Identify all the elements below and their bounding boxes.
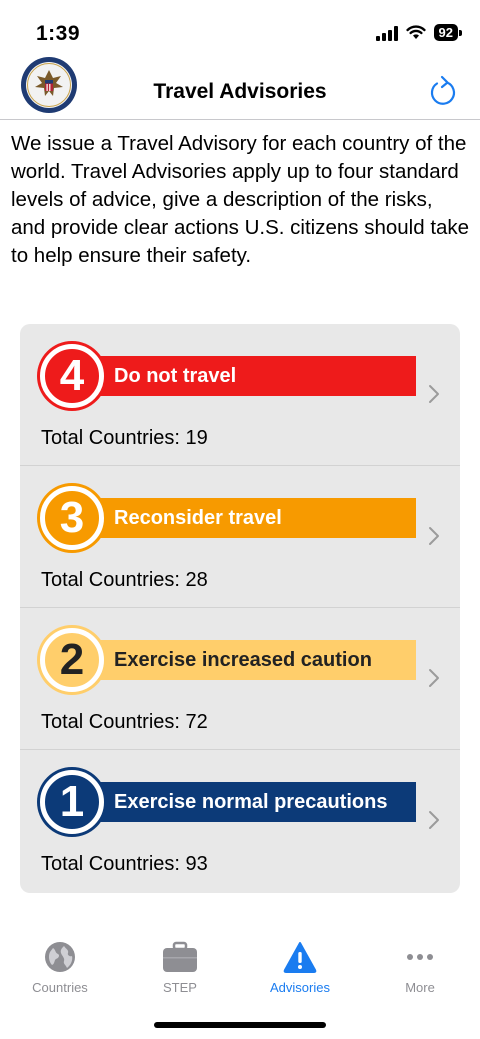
signal-icon: [375, 25, 398, 41]
globe-icon: [42, 940, 78, 974]
chevron-right-icon: [429, 811, 439, 829]
total-countries-count: Total Countries: 19: [41, 427, 208, 449]
intro-text: We issue a Travel Advisory for each coun…: [11, 132, 470, 267]
status-icons: 92: [375, 24, 462, 41]
advisory-level-badge: Exercise normal precautions 1: [40, 770, 416, 834]
advisory-level-label: Exercise increased caution: [70, 640, 416, 680]
tab-countries[interactable]: Countries: [0, 930, 120, 1010]
advisory-level-number: 4: [40, 344, 104, 408]
total-countries-count: Total Countries: 28: [41, 569, 208, 591]
advisory-level-number: 2: [40, 628, 104, 692]
chevron-right-icon: [429, 385, 439, 403]
wifi-icon: [405, 25, 426, 39]
briefcase-icon: [162, 940, 198, 974]
page-title: Travel Advisories: [153, 80, 327, 103]
chevron-right-icon: [429, 527, 439, 545]
advisory-level-number: 3: [40, 486, 104, 550]
battery-icon: 92: [433, 24, 462, 41]
tab-step[interactable]: STEP: [120, 930, 240, 1010]
total-countries-count: Total Countries: 72: [41, 711, 208, 733]
advisory-level-1-row[interactable]: Exercise normal precautions 1 Total Coun…: [20, 750, 460, 892]
tab-label: More: [405, 980, 435, 995]
tab-more[interactable]: More: [360, 930, 480, 1010]
nav-bar: Travel Advisories: [0, 52, 480, 120]
advisory-levels-card: Do not travel 4 Total Countries: 19 Reco…: [20, 324, 460, 893]
tab-bar: Countries STEP Advisories More: [0, 930, 480, 1010]
advisory-level-label: Reconsider travel: [70, 498, 416, 538]
home-indicator: [154, 1022, 326, 1028]
advisory-level-label: Exercise normal precautions: [70, 782, 416, 822]
advisory-level-2-row[interactable]: Exercise increased caution 2 Total Count…: [20, 608, 460, 750]
chevron-right-icon: [429, 669, 439, 687]
advisory-level-badge: Exercise increased caution 2: [40, 628, 416, 692]
tab-label: Countries: [32, 980, 88, 995]
advisory-level-label: Do not travel: [70, 356, 416, 396]
ellipsis-icon: [402, 940, 438, 974]
advisory-level-3-row[interactable]: Reconsider travel 3 Total Countries: 28: [20, 466, 460, 608]
tab-advisories[interactable]: Advisories: [240, 930, 360, 1010]
refresh-icon[interactable]: [428, 74, 458, 108]
tab-label: Advisories: [270, 980, 330, 995]
status-time: 1:39: [36, 22, 81, 45]
battery-level: 92: [433, 24, 458, 41]
warning-icon: [282, 940, 318, 974]
tab-label: STEP: [163, 980, 197, 995]
total-countries-count: Total Countries: 93: [41, 853, 208, 875]
advisory-level-4-row[interactable]: Do not travel 4 Total Countries: 19: [20, 324, 460, 466]
advisory-level-number: 1: [40, 770, 104, 834]
advisory-level-badge: Do not travel 4: [40, 344, 416, 408]
advisory-level-badge: Reconsider travel 3: [40, 486, 416, 550]
